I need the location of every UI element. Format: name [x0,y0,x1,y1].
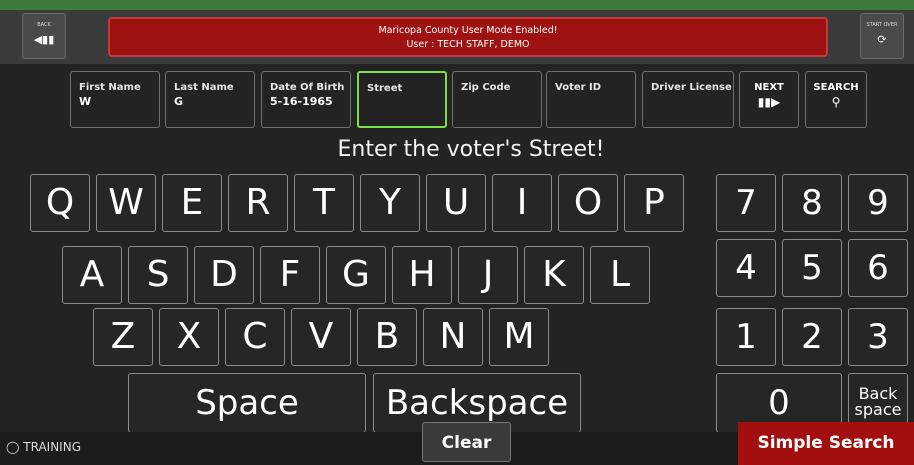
key-1[interactable]: 1 [716,308,776,366]
key-4[interactable]: 4 [716,239,776,297]
key-c[interactable]: C [225,308,285,366]
key-e[interactable]: E [162,174,222,232]
next-button[interactable]: NEXT ▮▮▶ [739,71,799,128]
key-h[interactable]: H [392,246,452,304]
key-7[interactable]: 7 [716,174,776,232]
key-5[interactable]: 5 [782,239,842,297]
driver-license-field[interactable]: Driver License [642,71,734,128]
back-icon: ◀▮▮ [33,33,55,46]
zip-code-field[interactable]: Zip Code [452,71,542,128]
key-s[interactable]: S [128,246,188,304]
key-q[interactable]: Q [30,174,90,232]
simple-search-button[interactable]: Simple Search [738,422,914,465]
key-i[interactable]: I [492,174,552,232]
training-indicator: ◯ TRAINING [6,440,81,454]
clear-button[interactable]: Clear [422,422,511,462]
last-name-field[interactable]: Last Name G [165,71,255,128]
key-k[interactable]: K [524,246,584,304]
start-over-button[interactable]: START OVER ⟳ [860,13,904,59]
back-button[interactable]: BACK ◀▮▮ [22,13,66,59]
key-r[interactable]: R [228,174,288,232]
date-of-birth-field[interactable]: Date Of Birth 5-16-1965 [261,71,351,128]
search-icon: ⚲ [831,95,841,109]
top-status-strip [0,0,914,10]
first-name-field[interactable]: First Name W [70,71,160,128]
alert-line-2: User : TECH STAFF, DEMO [406,39,530,50]
voter-id-field[interactable]: Voter ID [546,71,636,128]
key-m[interactable]: M [489,308,549,366]
lightbulb-icon: ◯ [6,440,20,454]
key-f[interactable]: F [260,246,320,304]
refresh-icon: ⟳ [877,33,887,46]
key-l[interactable]: L [590,246,650,304]
key-j[interactable]: J [458,246,518,304]
alert-line-1: Maricopa County User Mode Enabled! [378,25,558,36]
key-a[interactable]: A [62,246,122,304]
key-x[interactable]: X [159,308,219,366]
key-p[interactable]: P [624,174,684,232]
key-u[interactable]: U [426,174,486,232]
key-o[interactable]: O [558,174,618,232]
key-y[interactable]: Y [360,174,420,232]
key-v[interactable]: V [291,308,351,366]
instruction-prompt: Enter the voter's Street! [337,137,605,162]
key-z[interactable]: Z [93,308,153,366]
street-field[interactable]: Street [357,71,447,128]
key-8[interactable]: 8 [782,174,842,232]
key-g[interactable]: G [326,246,386,304]
key-2[interactable]: 2 [782,308,842,366]
key-t[interactable]: T [294,174,354,232]
key-9[interactable]: 9 [848,174,908,232]
search-button[interactable]: SEARCH ⚲ [805,71,867,128]
space-key[interactable]: Space [128,373,366,433]
key-n[interactable]: N [423,308,483,366]
key-6[interactable]: 6 [848,239,908,297]
key-w[interactable]: W [96,174,156,232]
key-d[interactable]: D [194,246,254,304]
user-mode-alert: Maricopa County User Mode Enabled! User … [108,17,828,57]
key-b[interactable]: B [357,308,417,366]
key-3[interactable]: 3 [848,308,908,366]
next-icon: ▮▮▶ [757,95,781,109]
